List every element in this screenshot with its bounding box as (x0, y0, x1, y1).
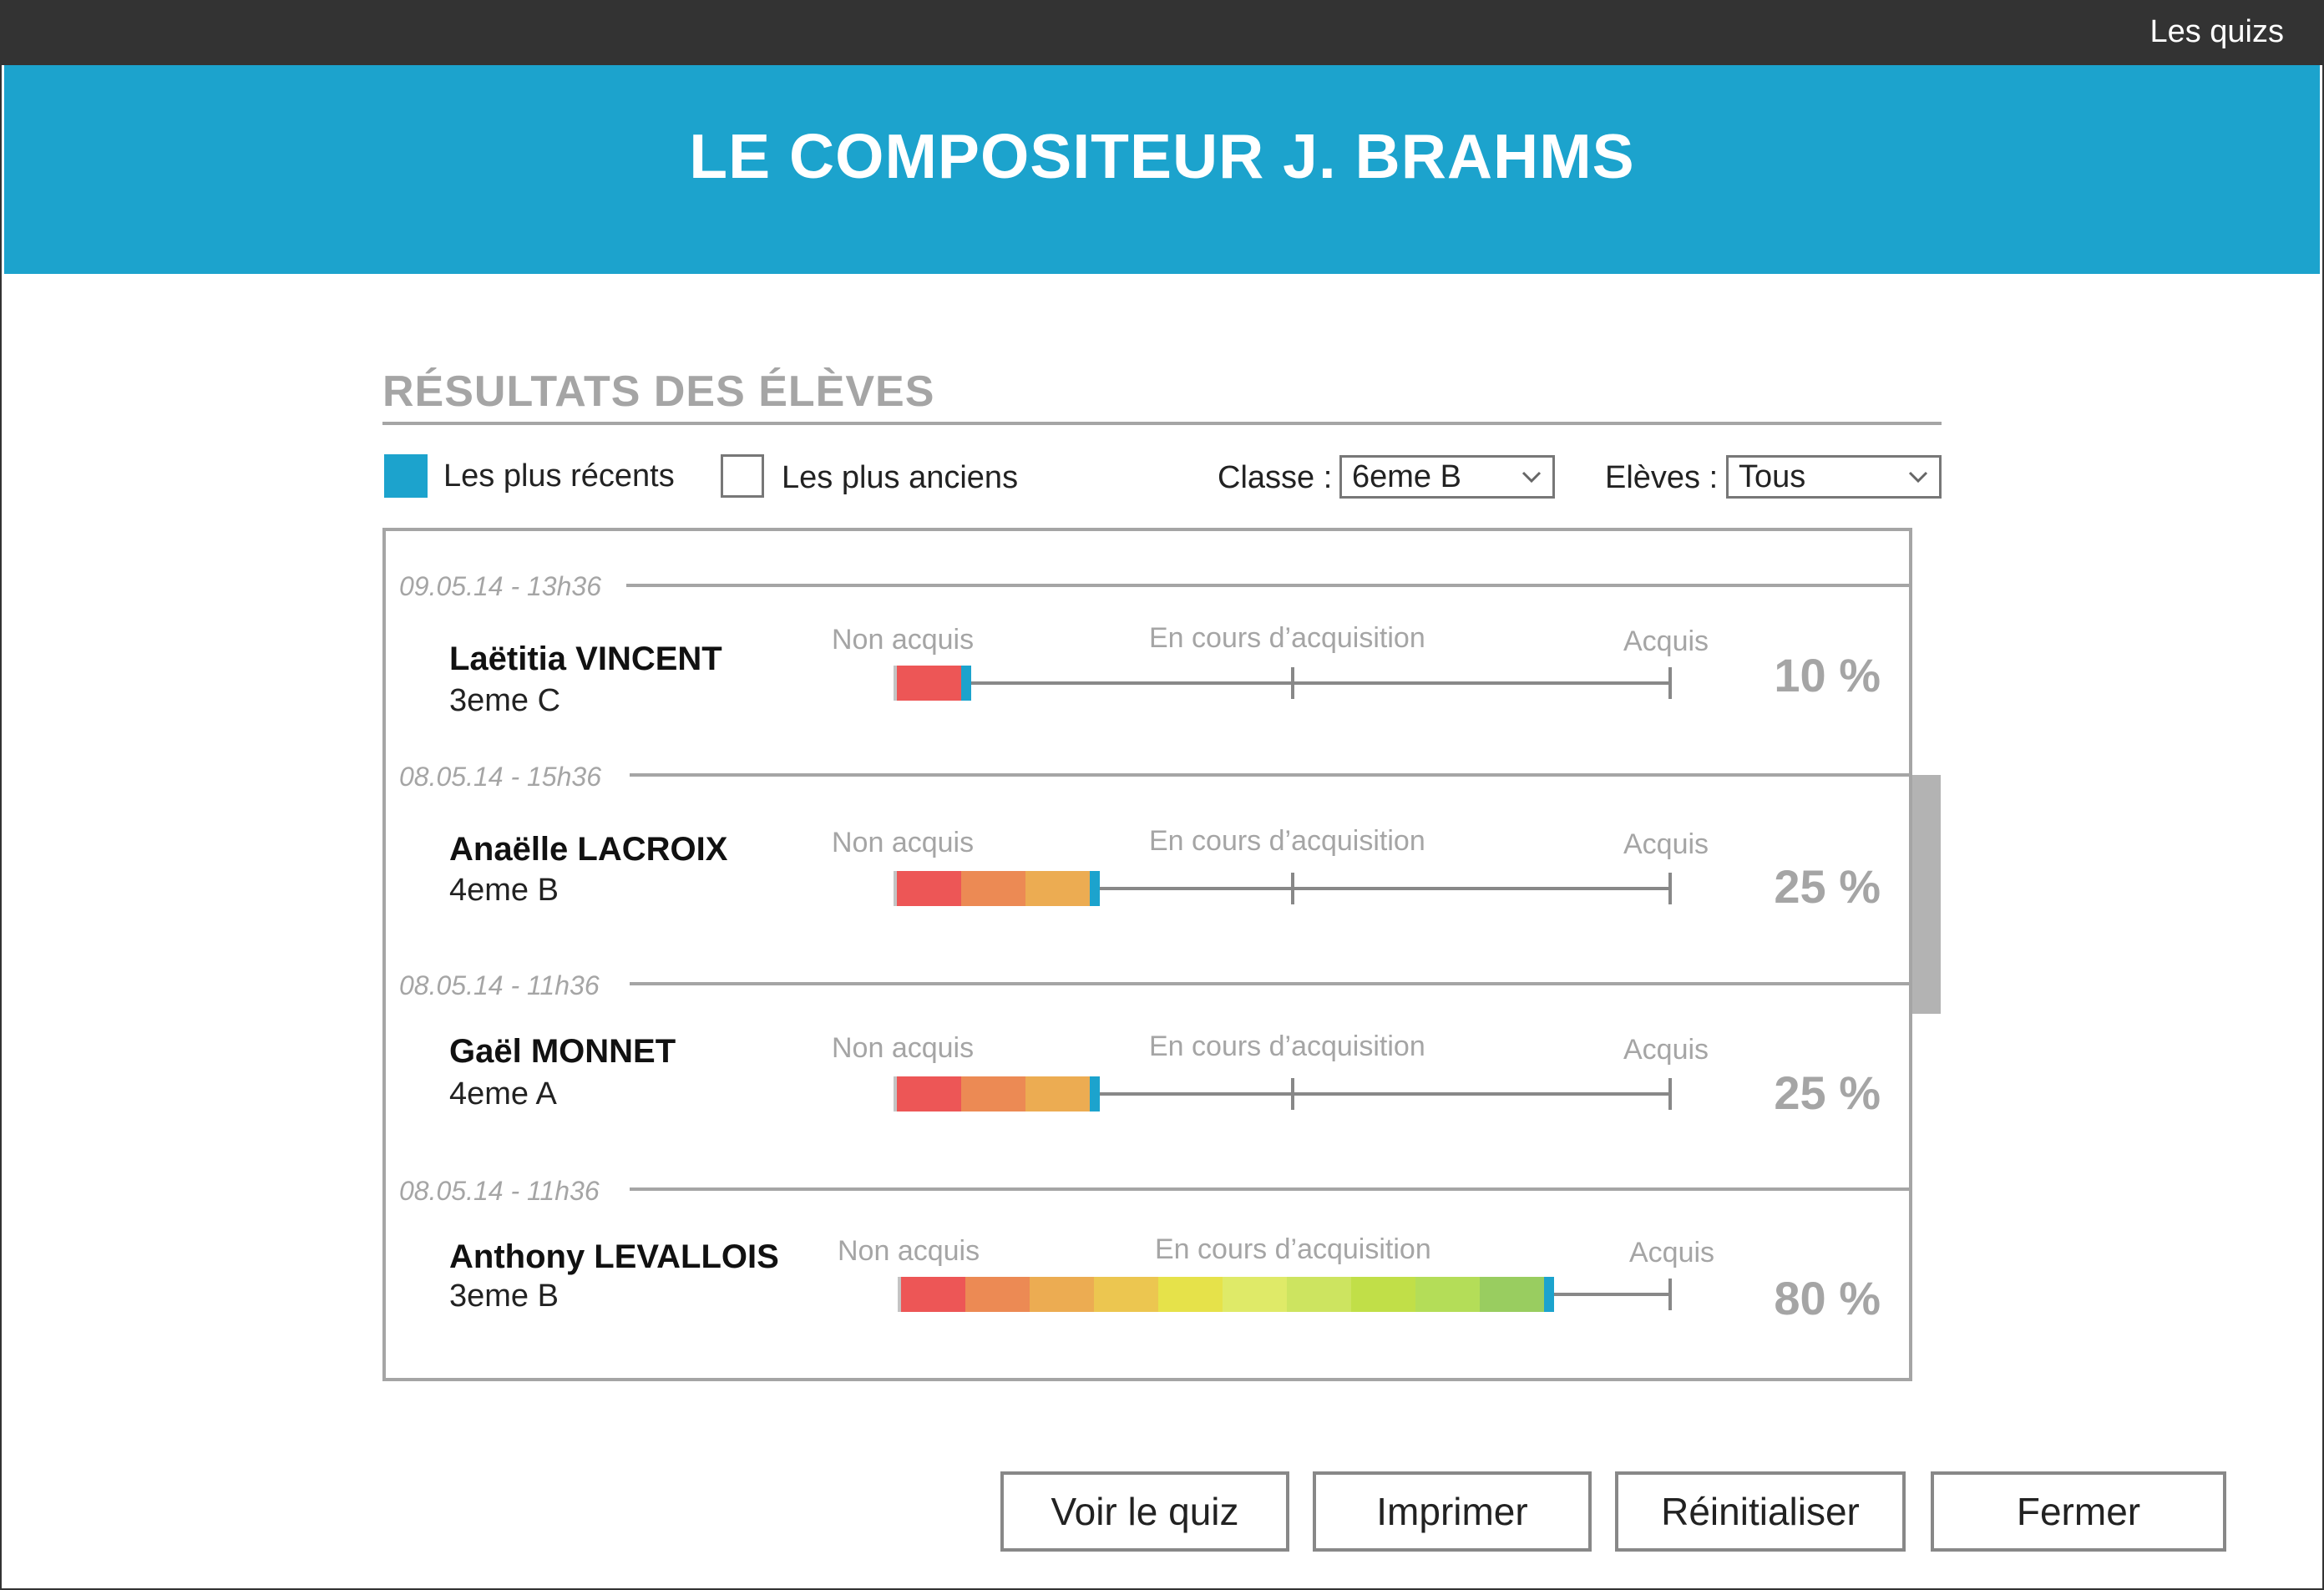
progress-segment (1223, 1277, 1287, 1312)
score-percent: 25 % (1774, 1066, 1881, 1119)
progress-tick-end (1668, 667, 1672, 699)
progress-tick-end (1668, 1279, 1672, 1310)
view-quiz-button[interactable]: Voir le quiz (1000, 1471, 1289, 1552)
quiz-title: LE COMPOSITEUR J. BRAHMS (689, 121, 1635, 191)
progress-bar-marker (1090, 871, 1100, 906)
students-select-value: Tous (1739, 459, 1806, 494)
progress-segment (1480, 1277, 1544, 1312)
progress-segment (897, 1076, 961, 1111)
row-divider (630, 982, 1909, 985)
close-button[interactable]: Fermer (1931, 1471, 2226, 1552)
result-timestamp: 08.05.14 - 11h36 (399, 970, 600, 1000)
students-select[interactable]: Tous (1726, 455, 1942, 499)
scale-label-low: Non acquis (832, 624, 975, 656)
progress-track (894, 681, 1672, 685)
scale-label-high: Acquis (1623, 625, 1709, 657)
student-class: 3eme C (449, 683, 561, 718)
progress-segment (1158, 1277, 1223, 1312)
student-name: Anthony LEVALLOIS (449, 1238, 779, 1275)
result-timestamp: 08.05.14 - 11h36 (399, 1176, 600, 1206)
print-button[interactable]: Imprimer (1313, 1471, 1592, 1552)
progress-tick-mid (1291, 1078, 1294, 1110)
progress-segment (961, 1076, 1025, 1111)
progress-bar (894, 871, 1100, 906)
progress-bar-marker (961, 666, 971, 701)
scale-label-low: Non acquis (832, 1032, 975, 1064)
progress-bar (898, 1277, 1554, 1312)
row-divider (626, 584, 1909, 587)
sort-oldest-label[interactable]: Les plus anciens (782, 458, 1018, 498)
sort-recent-checkbox[interactable] (384, 454, 428, 498)
scale-label-high: Acquis (1623, 828, 1709, 860)
student-class: 3eme B (449, 1279, 559, 1314)
student-name: Laëtitia VINCENT (449, 641, 722, 677)
row-divider (630, 773, 1909, 777)
student-class: 4eme A (449, 1076, 557, 1111)
progress-tick-mid (1291, 667, 1294, 699)
result-timestamp: 09.05.14 - 13h36 (399, 571, 601, 601)
progress-segment (1025, 1076, 1090, 1111)
progress-bar-marker (1544, 1277, 1554, 1312)
quizzes-link[interactable]: Les quizs (2149, 12, 2284, 52)
student-name: Gaël MONNET (449, 1033, 676, 1070)
scale-label-mid: En cours d’acquisition (1149, 825, 1425, 857)
progress-segment (1415, 1277, 1480, 1312)
section-title: RÉSULTATS DES ÉLÈVES (382, 367, 935, 416)
progress-bar-marker (1090, 1076, 1100, 1111)
progress-segment (961, 871, 1025, 906)
progress-tick-end (1668, 873, 1672, 904)
row-divider (630, 1187, 1909, 1191)
progress-segment (1094, 1277, 1158, 1312)
scale-label-low: Non acquis (832, 827, 975, 858)
progress-segment (897, 666, 961, 701)
students-filter-label: Elèves : (1605, 460, 1719, 495)
scrollbar-thumb[interactable] (1912, 775, 1941, 1014)
progress-segment (897, 871, 961, 906)
progress-bar (894, 1076, 1100, 1111)
scale-label-mid: En cours d’acquisition (1149, 1030, 1425, 1062)
scale-label-low: Non acquis (838, 1235, 980, 1267)
progress-segment (1351, 1277, 1415, 1312)
class-select[interactable]: 6eme B (1339, 455, 1555, 499)
progress-tick-mid (1291, 873, 1294, 904)
class-filter-label: Classe : (1218, 460, 1333, 495)
sort-recent-label[interactable]: Les plus récents (443, 456, 675, 496)
score-percent: 25 % (1774, 860, 1881, 913)
scale-label-mid: En cours d’acquisition (1155, 1233, 1431, 1265)
chevron-down-icon (1908, 471, 1928, 484)
chevron-down-icon (1521, 471, 1542, 484)
result-timestamp: 08.05.14 - 15h36 (399, 762, 601, 792)
progress-tick-end (1668, 1078, 1672, 1110)
top-bar (0, 0, 2324, 65)
progress-bar (894, 666, 971, 701)
section-divider (382, 422, 1942, 425)
scale-label-mid: En cours d’acquisition (1149, 622, 1425, 654)
score-percent: 10 % (1774, 649, 1881, 701)
progress-segment (965, 1277, 1030, 1312)
student-name: Anaëlle LACROIX (449, 831, 728, 868)
progress-segment (1030, 1277, 1094, 1312)
progress-segment (901, 1277, 965, 1312)
reset-button[interactable]: Réinitialiser (1615, 1471, 1906, 1552)
progress-segment (1025, 871, 1090, 906)
student-class: 4eme B (449, 873, 559, 908)
scale-label-high: Acquis (1623, 1034, 1709, 1066)
progress-segment (1287, 1277, 1351, 1312)
score-percent: 80 % (1774, 1272, 1881, 1324)
scale-label-high: Acquis (1629, 1237, 1715, 1268)
class-select-value: 6eme B (1352, 459, 1461, 494)
sort-oldest-checkbox[interactable] (721, 454, 764, 498)
